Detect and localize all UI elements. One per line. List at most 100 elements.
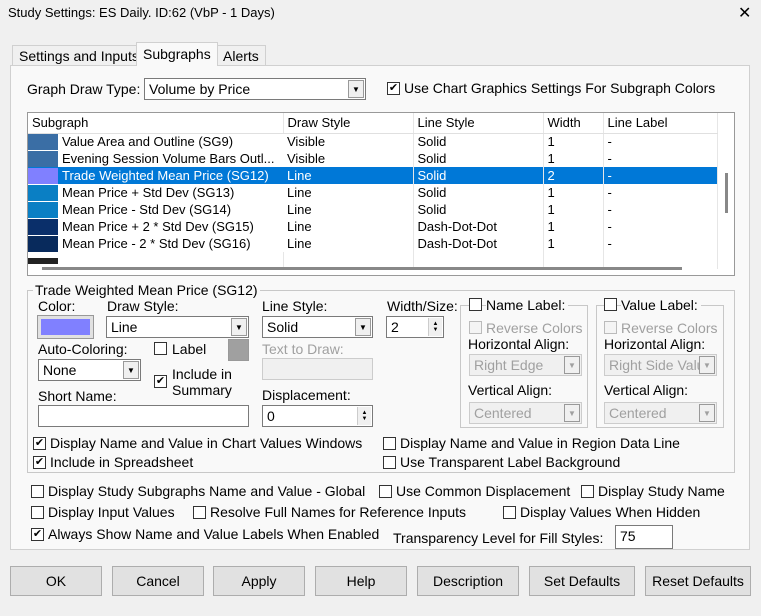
resolve-names-checkbox[interactable]: [193, 506, 206, 519]
cancel-button[interactable]: Cancel: [112, 566, 204, 596]
label-color-button[interactable]: [228, 339, 249, 361]
cell-line: Dash-Dot-Dot: [413, 235, 544, 252]
name-reverse-checkbox: [469, 321, 482, 334]
cell-line: Solid: [413, 133, 544, 150]
table-row[interactable]: Mean Price + Std Dev (SG13) Line Solid 1-: [28, 184, 718, 201]
cell-line: Solid: [413, 184, 544, 201]
include-summary-label: Include in Summary: [172, 366, 232, 398]
ok-button[interactable]: OK: [10, 566, 102, 596]
name-v-align-select: Centered ▼: [469, 402, 582, 424]
transparent-bg-label: Use Transparent Label Background: [400, 454, 621, 470]
short-name-label: Short Name:: [38, 388, 117, 404]
cell-width: 1: [543, 150, 604, 167]
display-region-label: Display Name and Value in Region Data Li…: [400, 435, 680, 451]
display-chart-values-label: Display Name and Value in Chart Values W…: [50, 435, 363, 451]
display-region-checkbox[interactable]: [383, 437, 396, 450]
table-row[interactable]: Trade Weighted Mean Price (SG12) Line Soli…: [28, 167, 718, 184]
cell-width: 1: [543, 133, 604, 150]
col-line-style[interactable]: Line Style: [413, 113, 544, 134]
table-row[interactable]: Mean Price - 2 * Std Dev (SG16) Line Dash-…: [28, 235, 718, 252]
cell-width: 1: [543, 201, 604, 218]
col-subgraph[interactable]: Subgraph: [28, 113, 284, 134]
chevron-down-icon[interactable]: ▼: [348, 80, 364, 98]
subgraph-name: Mean Price - Std Dev (SG14): [62, 202, 232, 217]
table-row[interactable]: Mean Price + 2 * Std Dev (SG15) Line Dash-…: [28, 218, 718, 235]
cell-width: 1: [543, 184, 604, 201]
tab-alerts[interactable]: Alerts: [216, 45, 266, 65]
subgraph-name: Mean Price - 2 * Std Dev (SG16): [62, 236, 251, 251]
width-label: Width/Size:: [387, 298, 458, 314]
horizontal-scrollbar[interactable]: [42, 267, 682, 270]
transparency-input[interactable]: 75: [615, 525, 673, 549]
subgraph-name: Mean Price + Std Dev (SG13): [62, 185, 235, 200]
width-stepper[interactable]: 2 ▲ ▼: [386, 316, 444, 338]
text-to-draw-input: [262, 358, 373, 380]
chevron-down-icon: ▼: [699, 356, 715, 374]
color-swatch: [28, 184, 58, 201]
transparent-bg-checkbox[interactable]: [383, 456, 396, 469]
color-swatch: [28, 201, 58, 218]
close-icon[interactable]: ✕: [738, 3, 751, 23]
cell-width: 1: [543, 235, 604, 252]
tab-settings-and-inputs[interactable]: Settings and Inputs: [12, 45, 146, 65]
spin-arrows-icon[interactable]: ▲ ▼: [357, 407, 371, 425]
table-row[interactable]: Evening Session Volume Bars Outl... Visib…: [28, 150, 718, 167]
value-label-checkbox[interactable]: [604, 298, 617, 311]
color-button[interactable]: [37, 315, 94, 339]
use-chart-graphics-checkbox[interactable]: ✔: [387, 82, 400, 95]
color-swatch: [28, 150, 58, 167]
help-button[interactable]: Help: [315, 566, 407, 596]
display-chart-values-checkbox[interactable]: ✔: [33, 437, 46, 450]
draw-style-select[interactable]: Line ▼: [106, 316, 249, 338]
label-checkbox[interactable]: [154, 342, 167, 355]
group-title: Trade Weighted Mean Price (SG12): [33, 282, 260, 298]
cell-line: Solid: [413, 201, 544, 218]
cell-label: -: [603, 133, 718, 150]
spin-arrows-icon[interactable]: ▲ ▼: [428, 318, 442, 336]
always-show-checkbox[interactable]: ✔: [31, 528, 44, 541]
tab-subgraphs[interactable]: Subgraphs: [136, 42, 218, 66]
reset-defaults-button[interactable]: Reset Defaults: [645, 566, 751, 596]
vertical-scrollbar[interactable]: [725, 173, 728, 213]
graph-draw-type-select[interactable]: Volume by Price ▼: [144, 78, 366, 100]
table-row[interactable]: Mean Price - Std Dev (SG14) Line Solid 1-: [28, 201, 718, 218]
window-title: Study Settings: ES Daily. ID:62 (VbP - 1…: [8, 5, 275, 20]
auto-coloring-select[interactable]: None ▼: [38, 359, 141, 381]
global-checkbox[interactable]: [31, 485, 44, 498]
study-name-label: Display Study Name: [598, 483, 725, 499]
description-button[interactable]: Description: [417, 566, 519, 596]
common-displacement-checkbox[interactable]: [379, 485, 392, 498]
include-summary-checkbox[interactable]: ✔: [154, 375, 167, 388]
line-style-select[interactable]: Solid ▼: [262, 316, 373, 338]
name-h-align-label: Horizontal Align:: [468, 336, 570, 352]
color-swatch: [28, 235, 58, 252]
col-line-label[interactable]: Line Label: [603, 113, 718, 134]
apply-button[interactable]: Apply: [213, 566, 305, 596]
subgraph-name: Mean Price + 2 * Std Dev (SG15): [62, 219, 254, 234]
transparency-label: Transparency Level for Fill Styles:: [393, 530, 604, 546]
set-defaults-button[interactable]: Set Defaults: [529, 566, 635, 596]
color-swatch: [41, 319, 90, 335]
color-swatch: [28, 133, 58, 150]
value-reverse-checkbox: [604, 321, 617, 334]
study-name-checkbox[interactable]: [581, 485, 594, 498]
values-when-hidden-checkbox[interactable]: [503, 506, 516, 519]
chevron-down-icon[interactable]: ▼: [123, 361, 139, 379]
col-width[interactable]: Width: [543, 113, 604, 134]
name-v-align-label: Vertical Align:: [468, 382, 553, 398]
include-spreadsheet-checkbox[interactable]: ✔: [33, 456, 46, 469]
subgraph-table[interactable]: Subgraph Draw Style Line Style Width Lin…: [27, 112, 735, 276]
displacement-stepper[interactable]: 0 ▲ ▼: [262, 405, 373, 427]
cell-draw: Visible: [283, 133, 414, 150]
use-chart-graphics-label: Use Chart Graphics Settings For Subgraph…: [404, 80, 716, 96]
col-draw-style[interactable]: Draw Style: [283, 113, 414, 134]
subgraph-name: Evening Session Volume Bars Outl...: [62, 151, 275, 166]
name-label-checkbox[interactable]: [469, 298, 482, 311]
short-name-input[interactable]: [38, 405, 249, 427]
chevron-down-icon[interactable]: ▼: [355, 318, 371, 336]
table-row[interactable]: Value Area and Outline (SG9) Visible Solid…: [28, 133, 718, 150]
input-values-checkbox[interactable]: [31, 506, 44, 519]
values-when-hidden-label: Display Values When Hidden: [520, 504, 701, 520]
name-label-title: Name Label:: [486, 297, 569, 313]
chevron-down-icon[interactable]: ▼: [231, 318, 247, 336]
